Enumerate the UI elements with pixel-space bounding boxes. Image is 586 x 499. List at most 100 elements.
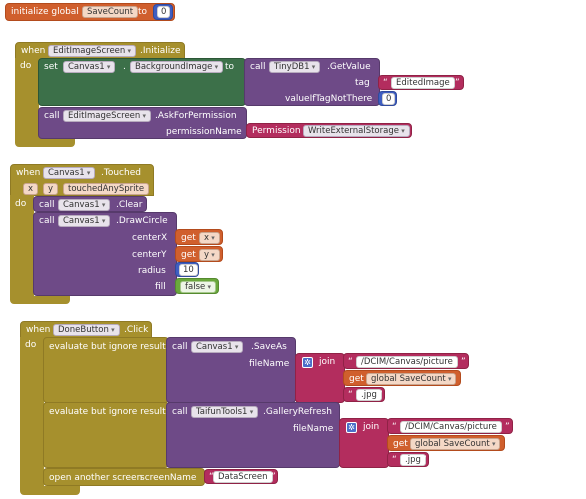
edit-init-when-label: when: [21, 46, 46, 56]
eval-saveas-block[interactable]: evaluate but ignore result: [43, 337, 169, 403]
draw-call-label: call: [39, 216, 55, 226]
clear-component-dropdown[interactable]: Canvas1: [58, 199, 111, 211]
done-event-label: .Click: [124, 325, 149, 335]
close-quote-icon: ”: [422, 455, 427, 465]
canvas-clear-block[interactable]: call Canvas1 .Clear: [33, 196, 147, 212]
join-gear-icon[interactable]: ✲: [346, 422, 357, 433]
global-init-to-label: to: [138, 7, 148, 17]
close-quote-icon: ”: [461, 357, 466, 367]
saveas-get-dropdown[interactable]: global SaveCount: [366, 373, 457, 385]
touched-param-sprite[interactable]: touchedAnySprite: [63, 183, 150, 195]
fill-false-block[interactable]: false: [175, 278, 219, 294]
get-x-label: get: [181, 233, 196, 243]
permission-value-dropdown[interactable]: WriteExternalStorage: [303, 125, 410, 137]
global-init-value-field[interactable]: 0: [157, 6, 171, 18]
global-var-name-field[interactable]: SaveCount: [82, 6, 139, 18]
saveas-block[interactable]: call Canvas1 .SaveAs fileName: [166, 337, 296, 403]
done-do-label: do: [25, 340, 37, 350]
saveas-join-block[interactable]: ✲ join: [295, 353, 345, 403]
saveas-method-label: .SaveAs: [251, 342, 287, 352]
global-init-block[interactable]: initialize global SaveCount to: [5, 3, 175, 21]
get-x-block[interactable]: get x: [175, 229, 223, 245]
eval-refresh-block[interactable]: evaluate but ignore result: [43, 402, 169, 468]
tag-text-block[interactable]: “ EditedImage ”: [378, 75, 464, 90]
refresh-call-label: call: [172, 407, 188, 417]
touched-event-label: .Touched: [101, 168, 141, 178]
canvas-touched-event-block[interactable]: when Canvas1 .Touched x y touchedAnySpri…: [10, 164, 154, 196]
set-background-block[interactable]: set Canvas1 . BackgroundImage to: [38, 58, 246, 106]
open-quote-icon: “: [383, 78, 388, 88]
edit-init-component-dropdown[interactable]: EditImageScreen: [48, 45, 137, 57]
permission-label: Permission: [252, 126, 301, 136]
clear-call-label: call: [39, 200, 55, 210]
close-quote-icon: ”: [378, 390, 383, 400]
saveas-text2-block[interactable]: “ .jpg ”: [343, 387, 385, 402]
fill-false-dropdown[interactable]: false: [180, 281, 216, 293]
refresh-text2-block[interactable]: “ .jpg ”: [387, 452, 429, 467]
clear-method-label: .Clear: [116, 200, 143, 210]
set-property-dropdown[interactable]: BackgroundImage: [130, 61, 224, 73]
centerx-label: centerX: [132, 233, 168, 243]
getvalue-component-dropdown[interactable]: TinyDB1: [269, 61, 321, 73]
set-component-dropdown[interactable]: Canvas1: [63, 61, 116, 73]
refresh-component-dropdown[interactable]: TaifunTools1: [191, 406, 259, 418]
radius-number-block[interactable]: 10: [175, 262, 199, 277]
refresh-method-label: .GalleryRefresh: [263, 407, 332, 417]
done-when-label: when: [26, 325, 51, 335]
eval-refresh-label: evaluate but ignore result: [49, 407, 166, 417]
ask-component-dropdown[interactable]: EditImageScreen: [63, 110, 152, 122]
notthere-number-block[interactable]: 0: [378, 91, 397, 106]
touched-param-x[interactable]: x: [23, 183, 39, 195]
set-to-label: to: [225, 62, 235, 72]
open-quote-icon: “: [348, 390, 353, 400]
screen-name-block[interactable]: “ DataScreen ”: [204, 469, 278, 484]
getvalue-method-label: .GetValue: [327, 62, 371, 72]
open-screen-param-label: screenName: [140, 473, 197, 483]
set-label: set: [44, 62, 58, 72]
refresh-text1-field[interactable]: /DCIM/Canvas/picture: [400, 421, 502, 433]
done-component-dropdown[interactable]: DoneButton: [53, 324, 120, 336]
touched-arm: [10, 195, 34, 298]
done-arm: [20, 337, 44, 489]
saveas-text1-block[interactable]: “ /DCIM/Canvas/picture ”: [343, 353, 469, 369]
draw-method-label: .DrawCircle: [116, 216, 168, 226]
tag-text-field[interactable]: EditedImage: [391, 77, 455, 89]
edit-init-do-label: do: [20, 61, 32, 71]
saveas-call-label: call: [172, 342, 188, 352]
touched-component-dropdown[interactable]: Canvas1: [43, 167, 96, 179]
saveas-component-dropdown[interactable]: Canvas1: [191, 341, 244, 353]
screen-name-field[interactable]: DataScreen: [213, 471, 273, 483]
saveas-text1-field[interactable]: /DCIM/Canvas/picture: [356, 356, 458, 368]
get-y-dropdown[interactable]: y: [199, 249, 220, 261]
ask-permission-block[interactable]: call EditImageScreen .AskForPermission p…: [38, 107, 247, 139]
global-init-value-block[interactable]: 0: [153, 4, 173, 20]
saveas-get-block[interactable]: get global SaveCount: [343, 370, 461, 386]
refresh-get-dropdown[interactable]: global SaveCount: [410, 438, 501, 450]
gallery-refresh-block[interactable]: call TaifunTools1 .GalleryRefresh fileNa…: [166, 402, 340, 468]
permission-block[interactable]: Permission WriteExternalStorage: [246, 123, 412, 138]
open-screen-block[interactable]: open another screen screenName: [43, 468, 205, 486]
refresh-text1-block[interactable]: “ /DCIM/Canvas/picture ”: [387, 418, 513, 434]
refresh-get-block[interactable]: get global SaveCount: [387, 435, 505, 451]
ask-method-label: .AskForPermission: [155, 111, 237, 121]
get-x-dropdown[interactable]: x: [199, 232, 220, 244]
set-dot: .: [123, 62, 126, 72]
touched-param-y[interactable]: y: [43, 183, 59, 195]
ask-call-label: call: [44, 111, 60, 121]
get-y-block[interactable]: get y: [175, 246, 223, 262]
getvalue-notthere-label: valueIfTagNotThere: [285, 94, 373, 104]
draw-circle-block[interactable]: call Canvas1 .DrawCircle centerX centerY…: [33, 212, 177, 296]
radius-number-field[interactable]: 10: [179, 264, 198, 276]
open-quote-icon: “: [392, 422, 397, 432]
refresh-join-block[interactable]: ✲ join: [339, 418, 389, 468]
close-quote-icon: ”: [455, 78, 460, 88]
join-gear-icon[interactable]: ✲: [302, 357, 313, 368]
draw-component-dropdown[interactable]: Canvas1: [58, 215, 111, 227]
getvalue-block[interactable]: call TinyDB1 .GetValue tag valueIfTagNot…: [244, 58, 380, 106]
global-init-label: initialize global: [11, 7, 79, 17]
notthere-number-field[interactable]: 0: [382, 93, 396, 105]
radius-label: radius: [138, 266, 166, 276]
edit-init-foot: [15, 138, 75, 147]
close-quote-icon: ”: [271, 472, 276, 482]
edit-init-event-label: .Initialize: [140, 46, 181, 56]
